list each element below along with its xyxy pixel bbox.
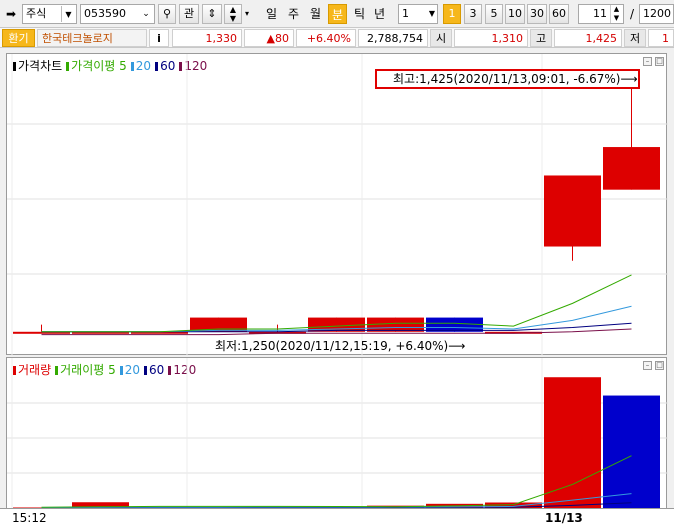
pin-icon[interactable]: ➡	[4, 4, 18, 24]
time-axis-date-label: 11/13	[545, 511, 583, 525]
change-rate: +6.40%	[296, 29, 356, 47]
high-label: 고	[530, 29, 552, 47]
info-button[interactable]: i	[149, 29, 169, 47]
high-annotation: 최고:1,425(2020/11/13,09:01, -6.67%)⟶	[375, 69, 640, 89]
chevron-down-icon[interactable]: ▼	[429, 5, 435, 23]
current-price: 1,330	[172, 29, 242, 47]
interval-select[interactable]: 1 ▼	[398, 4, 438, 24]
price-chart	[7, 54, 668, 356]
low-annotation: 최저:1,250(2020/11/12,15:19, +6.40%)⟶	[215, 339, 466, 353]
open-value: 1,310	[454, 29, 528, 47]
code-input-value: 053590	[84, 7, 126, 20]
swap-button[interactable]: ⇕	[202, 4, 222, 24]
market-select[interactable]: 주식 ▼	[22, 4, 77, 24]
total-input[interactable]: 1200	[639, 4, 674, 24]
tab-interval-4[interactable]: 30	[527, 4, 547, 24]
price-chart-pane[interactable]: 가격차트 가격이평 5 20 60 120 – □ 최고:1,425(2020/11/1…	[6, 53, 668, 356]
count-spinner[interactable]: ▲ ▼	[610, 5, 622, 23]
count-input-value: 11	[593, 7, 607, 20]
relation-button[interactable]: 관	[179, 4, 199, 24]
price-change: ▲80	[244, 29, 294, 47]
search-button[interactable]: ⚲	[158, 4, 176, 24]
tab-period-4[interactable]: 틱	[350, 4, 369, 24]
vol-ma5-line	[41, 455, 632, 508]
tab-interval-2[interactable]: 5	[485, 4, 503, 24]
low-label: 저	[624, 29, 646, 47]
swap-icon: ⇕	[207, 7, 217, 20]
chevron-down-icon[interactable]: ▼	[61, 6, 75, 22]
code-input[interactable]: 053590 ⌄	[80, 4, 155, 24]
volume-bar	[603, 395, 660, 508]
spinner-down-icon[interactable]: ▼	[230, 14, 236, 23]
time-axis-start-label: 15:12	[12, 511, 47, 525]
toolbar: ➡ 주식 ▼ 053590 ⌄ ⚲ 관 ⇕ ▲ ▼ ▾ 일주월분틱년 1 ▼ 13…	[0, 0, 674, 28]
market-select-value: 주식	[26, 7, 47, 20]
tab-interval-0[interactable]: 1	[443, 4, 461, 24]
volume-chart	[7, 358, 668, 510]
candle-body	[544, 175, 601, 247]
status-badge: 환기	[2, 29, 35, 47]
tab-period-3[interactable]: 분	[328, 4, 347, 24]
stock-name: 한국테크놀로지	[37, 29, 147, 47]
tab-period-0[interactable]: 일	[262, 4, 281, 24]
candle-body	[603, 147, 660, 190]
tab-interval-5[interactable]: 60	[549, 4, 569, 24]
count-input[interactable]: 11 ▲ ▼	[578, 4, 624, 24]
count-separator: /	[629, 7, 635, 21]
info-bar: 환기 한국테크놀로지 i 1,330 ▲80 +6.40% 2,788,754 …	[0, 28, 674, 48]
tab-period-5[interactable]: 년	[370, 4, 389, 24]
search-icon: ⚲	[162, 7, 172, 20]
tab-period-1[interactable]: 주	[284, 4, 303, 24]
vol-ma20-line	[41, 493, 632, 508]
tab-interval-1[interactable]: 3	[464, 4, 482, 24]
volume-chart-pane[interactable]: 거래량 거래이평 5 20 60 120 – □	[6, 357, 668, 510]
total-input-value: 1200	[643, 7, 671, 20]
spinner-up-icon[interactable]: ▲	[230, 5, 236, 14]
chevron-down-icon[interactable]: ⌄	[139, 5, 153, 23]
interval-select-value: 1	[402, 7, 409, 20]
tab-interval-3[interactable]: 10	[505, 4, 525, 24]
time-axis: 15:12 11/13	[0, 508, 674, 527]
chevron-down-icon[interactable]: ▾	[243, 4, 251, 24]
tab-period-2[interactable]: 월	[306, 4, 325, 24]
volume-bar	[544, 377, 601, 508]
open-label: 시	[430, 29, 452, 47]
low-value: 1	[648, 29, 674, 47]
high-value: 1,425	[554, 29, 622, 47]
volume-value: 2,788,754	[358, 29, 428, 47]
updown-spinner[interactable]: ▲ ▼	[224, 4, 242, 24]
